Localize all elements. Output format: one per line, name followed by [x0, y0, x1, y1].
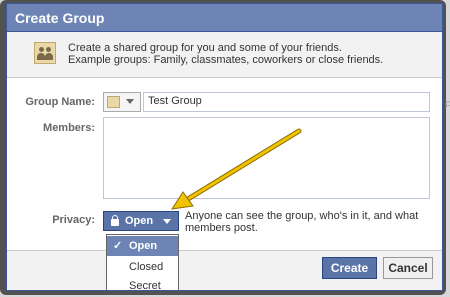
create-group-dialog: Create Group Create a shared group for y…	[0, 0, 446, 295]
annotation-arrow-icon	[170, 128, 302, 210]
background-text: F	[445, 100, 450, 110]
